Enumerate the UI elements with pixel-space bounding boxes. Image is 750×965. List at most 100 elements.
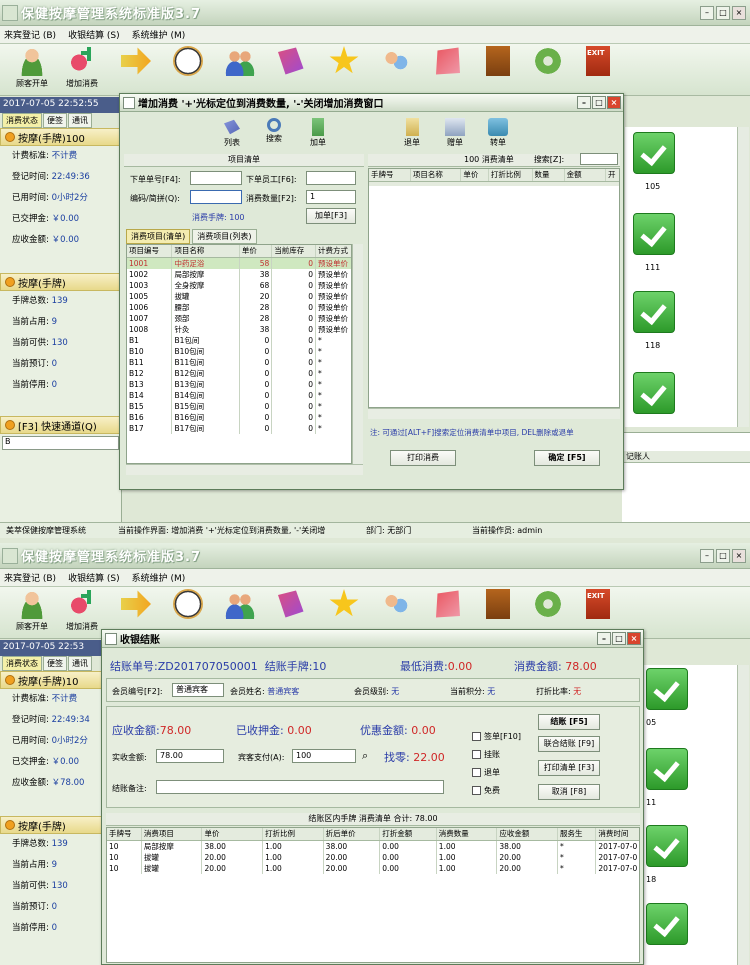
tab-contacts[interactable]: 通讯: [68, 113, 92, 128]
tab-item-grid[interactable]: 消费项目(清单): [126, 229, 191, 244]
dialog-close-button[interactable]: ×: [627, 632, 641, 645]
menu-checkout[interactable]: 收银结算 (S): [68, 28, 120, 41]
table-row[interactable]: B14 B14包间 0 0 *: [127, 389, 351, 401]
table-row[interactable]: B11 B11包间 0 0 *: [127, 356, 351, 368]
joint-checkout-button[interactable]: 联合结账 [F9]: [538, 736, 600, 752]
toolbar-arrow-button[interactable]: [112, 589, 160, 619]
tab-notes[interactable]: 便签: [43, 656, 67, 671]
table-row[interactable]: 10 拔罐 20.00 1.00 20.00 0.00 1.00 20.00 * 2017-07-…: [107, 851, 639, 863]
toolbar-star-button[interactable]: [320, 46, 368, 76]
toolbar-book-button[interactable]: [266, 589, 314, 619]
table-row[interactable]: 1005 拔罐 20 0 预设单价: [127, 290, 351, 302]
toolbar-gear-button[interactable]: [524, 589, 572, 619]
return-order-button[interactable]: 退单: [392, 118, 432, 148]
table-row[interactable]: B12 B12包间 0 0 *: [127, 367, 351, 379]
consume-table-hscroll[interactable]: [368, 408, 620, 419]
order-no-input[interactable]: [190, 171, 242, 185]
remark-input[interactable]: [156, 780, 444, 794]
check-free[interactable]: 免费: [472, 785, 500, 796]
tab-consume-status[interactable]: 消费状态: [2, 113, 42, 128]
table-row[interactable]: 1007 颈部 28 0 预设单价: [127, 312, 351, 324]
toolbar-exit-button[interactable]: [574, 589, 622, 619]
tab-item-list[interactable]: 消费项目(列表): [192, 229, 257, 244]
card-ok-icon[interactable]: [633, 132, 675, 174]
table-row[interactable]: B17 B17包间 0 0 *: [127, 422, 351, 434]
toolbar-door-button[interactable]: [474, 589, 522, 619]
toolbar-star-button[interactable]: [320, 589, 368, 619]
card-ok-icon[interactable]: [646, 748, 688, 790]
consume-search-input[interactable]: [580, 153, 618, 165]
toolbar-open-order-button[interactable]: 顾客开单: [8, 589, 56, 632]
tab-contacts[interactable]: 通讯: [68, 656, 92, 671]
toolbar-add-consume-button[interactable]: 增加消费: [58, 589, 106, 632]
gift-order-button[interactable]: 赠单: [435, 118, 475, 148]
code-input[interactable]: [190, 190, 242, 204]
guest-pay-input[interactable]: 100: [292, 749, 356, 763]
toolbar-book-button[interactable]: [266, 46, 314, 76]
toolbar-clock-button[interactable]: [164, 589, 212, 619]
table-row[interactable]: B1 B1包间 0 0 *: [127, 334, 351, 346]
table-row[interactable]: 1003 全身按摩 68 0 预设单价: [127, 279, 351, 291]
toolbar-exit-button[interactable]: [574, 46, 622, 76]
table-row[interactable]: 10 局部按摩 38.00 1.00 38.00 0.00 1.00 38.00 * 2017-0…: [107, 840, 639, 852]
quick-channel-input[interactable]: B: [2, 436, 119, 450]
check-credit[interactable]: 挂账: [472, 749, 500, 760]
table-row[interactable]: 10 拔罐 20.00 1.00 20.00 0.00 1.00 20.00 * 2017-07-…: [107, 862, 639, 874]
close-button[interactable]: ×: [732, 548, 746, 563]
staff-input[interactable]: [306, 171, 356, 185]
paid-input[interactable]: 78.00: [156, 749, 224, 763]
toolbar-users-button[interactable]: [216, 589, 264, 619]
card-ok-icon[interactable]: [646, 825, 688, 867]
item-table-hscroll[interactable]: [126, 464, 363, 475]
table-row[interactable]: 1006 腰部 28 0 预设单价: [127, 301, 351, 313]
member-no-input[interactable]: 普通宾客: [172, 683, 224, 697]
confirm-button[interactable]: 确定 [F5]: [534, 450, 600, 466]
table-row[interactable]: 1002 局部按摩 38 0 预设单价: [127, 268, 351, 280]
dialog-minimize-button[interactable]: –: [597, 632, 611, 645]
toolbar-add-consume-button[interactable]: 增加消费: [58, 46, 106, 89]
item-table-scrollbar[interactable]: [352, 244, 363, 464]
list-button[interactable]: 列表: [212, 118, 252, 148]
dialog-maximize-button[interactable]: □: [592, 96, 606, 109]
toolbar-calc-button[interactable]: [424, 589, 472, 619]
card-ok-icon[interactable]: [646, 668, 688, 710]
table-row[interactable]: 1001 中药足浴 58 0 预设单价: [127, 257, 351, 269]
dialog-close-button[interactable]: ×: [607, 96, 621, 109]
add-order-button[interactable]: 加单: [298, 118, 338, 148]
print-list-button[interactable]: 打印清单 [F3]: [538, 760, 600, 776]
toolbar-clock-button[interactable]: [164, 46, 212, 76]
minimize-button[interactable]: –: [700, 5, 714, 20]
menu-guest[interactable]: 来宾登记 (B): [4, 28, 56, 41]
card-ok-icon[interactable]: [633, 213, 675, 255]
dialog-maximize-button[interactable]: □: [612, 632, 626, 645]
card-ok-icon[interactable]: [633, 372, 675, 414]
toolbar-faces-button[interactable]: [372, 46, 420, 76]
toolbar-calc-button[interactable]: [424, 46, 472, 76]
dialog-minimize-button[interactable]: –: [577, 96, 591, 109]
tab-notes[interactable]: 便签: [43, 113, 67, 128]
menu-system[interactable]: 系统维护 (M): [132, 571, 186, 584]
print-consume-button[interactable]: 打印消费: [390, 450, 456, 466]
search-button[interactable]: 搜索: [254, 118, 294, 144]
grid-scrollbar[interactable]: [737, 127, 749, 427]
transfer-order-button[interactable]: 转单: [478, 118, 518, 148]
cancel-button[interactable]: 取消 [F8]: [538, 784, 600, 800]
toolbar-arrow-button[interactable]: [112, 46, 160, 76]
table-row[interactable]: B16 B16包间 0 0 *: [127, 411, 351, 423]
card-ok-icon[interactable]: [633, 291, 675, 333]
check-return[interactable]: 退单: [472, 767, 500, 778]
close-button[interactable]: ×: [732, 5, 746, 20]
maximize-button[interactable]: □: [716, 5, 730, 20]
tab-consume-status[interactable]: 消费状态: [2, 656, 42, 671]
add-item-button[interactable]: 加单[F3]: [306, 208, 356, 224]
table-row[interactable]: B15 B15包间 0 0 *: [127, 400, 351, 412]
toolbar-gear-button[interactable]: [524, 46, 572, 76]
calc-icon[interactable]: ⌕: [362, 749, 368, 763]
qty-input[interactable]: 1: [306, 190, 356, 204]
toolbar-door-button[interactable]: [474, 46, 522, 76]
toolbar-faces-button[interactable]: [372, 589, 420, 619]
menu-guest[interactable]: 来宾登记 (B): [4, 571, 56, 584]
table-row[interactable]: 1008 针灸 38 0 预设单价: [127, 323, 351, 335]
menu-system[interactable]: 系统维护 (M): [132, 28, 186, 41]
table-row[interactable]: B13 B13包间 0 0 *: [127, 378, 351, 390]
